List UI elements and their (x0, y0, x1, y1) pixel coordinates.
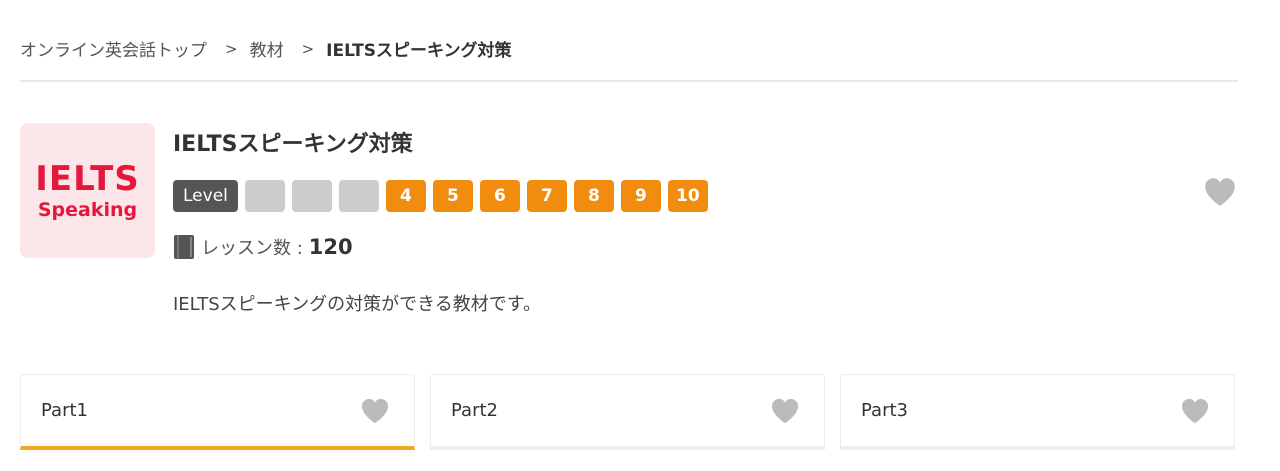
lesson-count: レッスン数 : 120 (173, 234, 353, 260)
level-box-inactive (244, 180, 285, 212)
thumbnail-subtitle: Speaking (37, 198, 138, 221)
heart-icon[interactable] (770, 397, 800, 425)
level-tag: Level (173, 180, 238, 212)
level-box-active: 9 (620, 180, 661, 212)
level-box-active: 10 (667, 180, 708, 212)
lesson-count-value: 120 (308, 235, 353, 259)
level-box-active: 5 (432, 180, 473, 212)
tab-part3[interactable]: Part3 (840, 374, 1235, 450)
tab-part2[interactable]: Part2 (430, 374, 825, 450)
level-indicator: Level 4 5 6 7 8 9 10 (173, 180, 708, 212)
header-divider (20, 80, 1238, 82)
heart-icon[interactable] (1180, 397, 1210, 425)
breadcrumb-separator: > (225, 39, 238, 58)
level-box-active: 6 (479, 180, 520, 212)
level-box-active: 4 (385, 180, 426, 212)
breadcrumb-link-top[interactable]: オンライン英会話トップ (20, 36, 207, 61)
breadcrumb-current: IELTSスピーキング対策 (326, 41, 512, 61)
part-tabs: Part1 Part2 Part3 (20, 374, 1235, 450)
course-thumbnail: IELTS Speaking (20, 123, 155, 258)
lesson-count-label: レッスン数 : (201, 238, 303, 259)
course-page: オンライン英会話トップ > 教材 > IELTSスピーキング対策 IELTS S… (0, 0, 1280, 471)
breadcrumb: オンライン英会話トップ > 教材 > IELTSスピーキング対策 (20, 36, 512, 62)
level-box-inactive (291, 180, 332, 212)
tab-label: Part1 (41, 400, 88, 421)
breadcrumb-link-materials[interactable]: 教材 (250, 36, 284, 61)
thumbnail-title: IELTS (35, 158, 140, 199)
tab-label: Part3 (861, 400, 908, 421)
book-icon (174, 235, 194, 259)
tab-part1[interactable]: Part1 (20, 374, 415, 450)
level-box-inactive (338, 180, 379, 212)
heart-icon[interactable] (360, 397, 390, 425)
level-box-active: 8 (573, 180, 614, 212)
tab-label: Part2 (451, 400, 498, 421)
level-box-active: 7 (526, 180, 567, 212)
heart-icon[interactable] (1203, 176, 1237, 208)
breadcrumb-separator: > (301, 39, 315, 58)
course-description: IELTSスピーキングの対策ができる教材です。 (173, 294, 541, 315)
course-title: IELTSスピーキング対策 (173, 132, 413, 157)
